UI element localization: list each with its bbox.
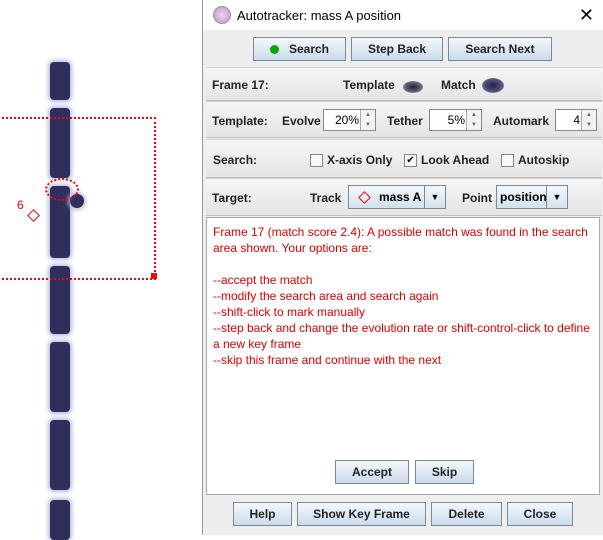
search-row: Search: X-axis Only ✔ Look Ahead Autoski…	[206, 139, 602, 178]
template-label: Template	[343, 78, 395, 92]
window-title: Autotracker: mass A position	[237, 7, 402, 23]
target-row: Target: Track mass A ▼ Point position ▼	[206, 178, 602, 216]
status-dot-icon	[269, 44, 279, 54]
video-object	[50, 500, 70, 540]
search-next-button[interactable]: Search Next	[448, 37, 552, 61]
title-bar: Autotracker: mass A position ✕	[203, 0, 603, 30]
point-label: Point	[462, 191, 492, 205]
automark-spinner[interactable]: 4 ▲ ▼	[555, 109, 597, 131]
skip-button[interactable]: Skip	[415, 460, 474, 484]
video-object	[50, 62, 70, 100]
evolve-label: Evolve	[282, 114, 321, 128]
help-button[interactable]: Help	[233, 502, 292, 526]
message-area: Frame 17 (match score 2.4): A possible m…	[206, 217, 600, 495]
tether-label: Tether	[387, 114, 423, 128]
template-image	[403, 81, 423, 93]
chevron-down-icon[interactable]: ▼	[546, 186, 567, 208]
look-ahead-checkbox[interactable]: ✔	[404, 154, 417, 167]
message-line: --shift-click to mark manually	[213, 305, 366, 319]
message-line: --accept the match	[213, 273, 313, 287]
chevron-down-icon[interactable]: ▼	[424, 186, 445, 208]
frame-label: Frame 17:	[212, 78, 269, 92]
spinner-arrows-icon[interactable]: ▲ ▼	[360, 110, 375, 130]
match-label: Match	[441, 78, 476, 92]
search-label: Search:	[213, 153, 258, 167]
automark-label: Automark	[493, 114, 550, 128]
frame-row: Frame 17: Template Match	[206, 67, 602, 101]
video-object	[50, 420, 70, 490]
search-area-handle[interactable]	[151, 273, 157, 279]
spinner-arrows-icon[interactable]: ▲ ▼	[466, 110, 481, 130]
message-line: --step back and change the evolution rat…	[213, 321, 590, 351]
message-line: Frame 17 (match score 2.4): A possible m…	[213, 225, 588, 255]
target-label: Target:	[212, 191, 252, 205]
search-button[interactable]: Search	[253, 37, 346, 61]
spinner-arrows-icon[interactable]: ▲ ▼	[581, 110, 596, 130]
x-axis-only-checkbox[interactable]	[310, 154, 323, 167]
tether-spinner[interactable]: 5% ▲ ▼	[429, 109, 482, 131]
template-ellipse[interactable]	[45, 178, 79, 201]
accept-button[interactable]: Accept	[335, 460, 409, 484]
evolve-spinner[interactable]: 20% ▲ ▼	[323, 109, 376, 131]
video-view[interactable]: 6	[0, 0, 202, 540]
close-button[interactable]: Close	[507, 502, 573, 526]
autotracker-dialog: Autotracker: mass A position ✕ Search St…	[202, 0, 603, 535]
step-back-button[interactable]: Step Back	[351, 37, 443, 61]
close-icon[interactable]: ✕	[579, 5, 594, 26]
show-key-frame-button[interactable]: Show Key Frame	[297, 502, 426, 526]
track-label: Track	[310, 191, 342, 205]
autoskip-checkbox[interactable]	[501, 154, 514, 167]
template-row: Template: Evolve 20% ▲ ▼ Tether 5% ▲ ▼ Autom…	[206, 101, 602, 138]
template-settings-label: Template:	[212, 114, 268, 128]
app-icon	[213, 6, 231, 24]
point-dropdown[interactable]: position ▼	[496, 185, 568, 209]
track-diamond-icon	[358, 191, 371, 204]
delete-button[interactable]: Delete	[431, 502, 502, 526]
message-line	[213, 256, 593, 272]
video-object	[50, 342, 70, 412]
track-dropdown[interactable]: mass A ▼	[348, 185, 446, 209]
message-line: --modify the search area and search agai…	[213, 289, 439, 303]
point-label: 6	[17, 198, 24, 212]
match-image	[482, 78, 504, 93]
message-line: --skip this frame and continue with the …	[213, 353, 442, 367]
